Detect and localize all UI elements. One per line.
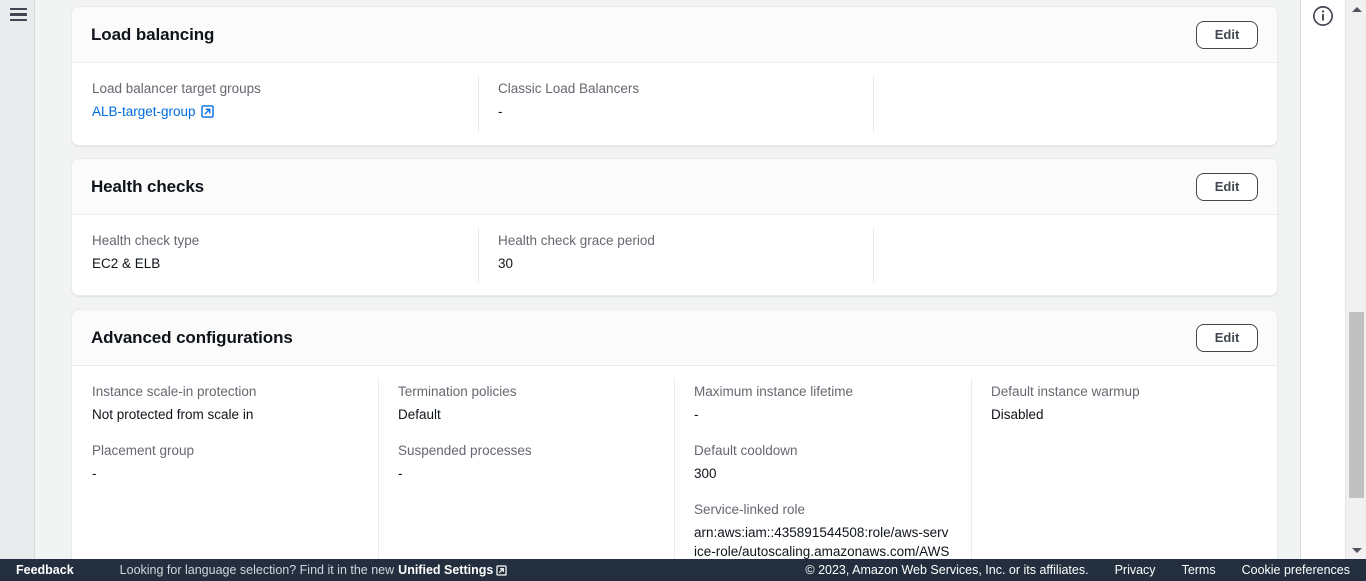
field-default-instance-warmup: Default instance warmup Disabled [991,383,1257,424]
language-selection-notice: Looking for language selection? Find it … [120,563,508,577]
scrollbar-thumb[interactable] [1349,312,1364,498]
unified-settings-link[interactable]: Unified Settings [398,563,493,577]
link-alb-target-group[interactable]: ALB-target-group [92,104,196,119]
card-advanced-configurations: Advanced configurations Edit Instance sc… [71,309,1278,559]
right-info-rail [1300,0,1345,559]
scroll-up-arrow[interactable] [1346,0,1366,18]
card-body: Load balancer target groups ALB-target-g… [72,63,1277,145]
scroll-down-arrow[interactable] [1346,541,1366,559]
field-load-balancer-target-groups: Load balancer target groups ALB-target-g… [92,80,458,123]
field-label: Health check grace period [498,233,655,248]
field-default-cooldown: Default cooldown 300 [694,442,951,483]
column: Health check grace period 30 [478,215,873,295]
column: Maximum instance lifetime - Default cool… [674,366,971,559]
page-title: Advanced configurations [91,327,293,347]
cookie-preferences-link[interactable]: Cookie preferences [1242,563,1350,577]
card-health-checks: Health checks Edit Health check type EC2… [71,158,1278,296]
field-value: - [498,104,503,119]
field-suspended-processes: Suspended processes - [398,442,654,483]
field-value: arn:aws:iam::435891544508:role/aws-servi… [694,525,950,559]
field-label: Classic Load Balancers [498,81,640,96]
hamburger-bar [10,18,27,21]
column: Load balancer target groups ALB-target-g… [72,63,478,145]
page-title: Health checks [91,176,205,196]
field-label: Instance scale-in protection [92,384,257,399]
field-instance-scale-in-protection: Instance scale-in protection Not protect… [92,383,358,424]
card-header: Health checks Edit [72,159,1277,215]
privacy-link[interactable]: Privacy [1115,563,1156,577]
field-label: Suspended processes [398,443,532,458]
field-termination-policies: Termination policies Default [398,383,654,424]
field-classic-load-balancers: Classic Load Balancers - [498,80,853,121]
field-maximum-instance-lifetime: Maximum instance lifetime - [694,383,951,424]
field-label: Health check type [92,233,200,248]
page-scrollbar[interactable] [1345,0,1366,559]
field-label: Default cooldown [694,443,798,458]
language-prompt-text: Looking for language selection? Find it … [119,563,395,577]
field-placement-group: Placement group - [92,442,358,483]
column: Default instance warmup Disabled [971,366,1277,559]
card-load-balancing: Load balancing Edit Load balancer target… [71,6,1278,146]
field-value: EC2 & ELB [92,256,161,271]
page-title: Load balancing [91,24,215,44]
field-value: 30 [498,256,514,271]
field-value: ALB-target-group [92,102,458,123]
left-nav-rail [0,0,35,559]
field-value: 300 [694,466,717,481]
external-link-icon [496,564,507,576]
field-health-check-grace-period: Health check grace period 30 [498,232,853,273]
page-footer: Feedback Looking for language selection?… [0,559,1366,581]
column [873,63,1277,145]
external-link-icon [200,104,214,123]
column: Termination policies Default Suspended p… [378,366,674,559]
copyright-text: © 2023, Amazon Web Services, Inc. or its… [805,563,1089,577]
field-value: Disabled [991,407,1044,422]
field-label: Maximum instance lifetime [694,384,854,399]
edit-button-health-checks[interactable]: Edit [1196,172,1258,201]
card-body: Health check type EC2 & ELB Health check… [72,215,1277,295]
feedback-link[interactable]: Feedback [16,563,74,577]
field-empty [893,232,1257,273]
field-value: Not protected from scale in [92,407,254,422]
main-content-area: Load balancing Edit Load balancer target… [36,0,1310,559]
column: Instance scale-in protection Not protect… [72,366,378,559]
field-label: Placement group [92,443,195,458]
field-service-linked-role: Service-linked role arn:aws:iam::4358915… [694,501,951,559]
column [873,215,1277,295]
footer-right-group: © 2023, Amazon Web Services, Inc. or its… [805,563,1366,577]
card-header: Load balancing Edit [72,7,1277,63]
hamburger-bar [10,8,27,11]
hamburger-menu-icon[interactable] [10,8,27,21]
field-empty [893,80,1257,121]
info-circle-icon[interactable] [1312,5,1334,27]
field-value: - [694,407,699,422]
field-label: Termination policies [398,384,517,399]
field-label: Load balancer target groups [92,81,261,96]
field-label: Default instance warmup [991,384,1140,399]
column: Classic Load Balancers - [478,63,873,145]
edit-button-load-balancing[interactable]: Edit [1196,20,1258,49]
column: Health check type EC2 & ELB [72,215,478,295]
field-health-check-type: Health check type EC2 & ELB [92,232,458,273]
edit-button-advanced-configurations[interactable]: Edit [1196,323,1258,352]
field-value: - [92,466,97,481]
card-header: Advanced configurations Edit [72,310,1277,366]
field-value: Default [398,407,441,422]
field-label: Service-linked role [694,502,806,517]
terms-link[interactable]: Terms [1182,563,1216,577]
field-value: - [398,466,403,481]
footer-left-group: Feedback Looking for language selection?… [0,563,507,577]
hamburger-bar [10,13,27,16]
card-body: Instance scale-in protection Not protect… [72,366,1277,559]
